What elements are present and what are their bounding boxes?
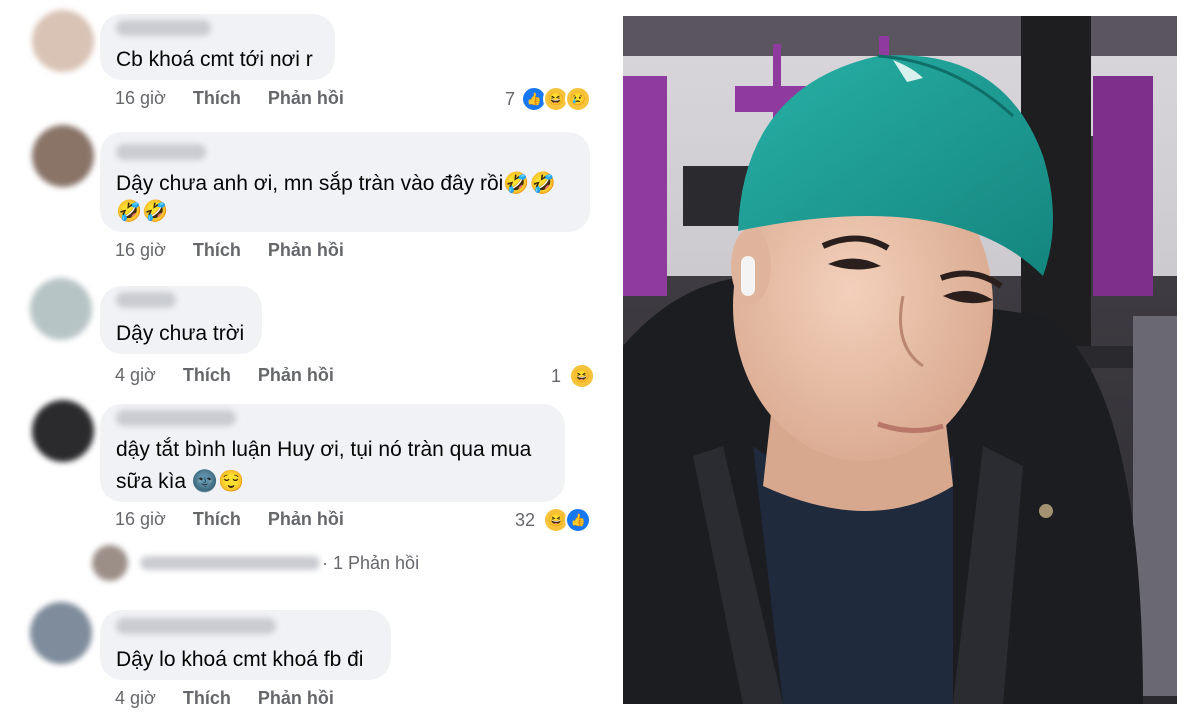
comment-time: 16 giờ — [115, 509, 166, 529]
avatar[interactable] — [30, 602, 92, 664]
reaction-summary[interactable]: 32 😆 👍 — [515, 507, 592, 533]
comment-text-line: 🤣🤣 — [116, 200, 169, 223]
reply-action[interactable]: Phản hồi — [268, 88, 344, 108]
haha-icon: 😆 — [569, 363, 596, 389]
comment-text: Dậy chưa trời — [116, 322, 245, 345]
comment-time: 4 giờ — [115, 688, 156, 708]
selfie-photo — [623, 16, 1177, 704]
reply-action[interactable]: Phản hồi — [258, 365, 334, 385]
comment-time: 16 giờ — [115, 88, 166, 108]
comment-bubble: Dậy lo khoá cmt khoá fb đi — [100, 610, 391, 680]
author-name-blurred — [116, 144, 206, 160]
avatar[interactable] — [32, 10, 94, 72]
avatar[interactable] — [32, 125, 94, 187]
comment-actions: 16 giờ Thích Phản hồi — [115, 88, 366, 109]
reaction-count: 7 — [505, 88, 516, 109]
comment-time: 4 giờ — [115, 365, 156, 385]
like-action[interactable]: Thích — [183, 365, 231, 385]
view-replies-link[interactable]: · 1 Phản hồi — [322, 553, 419, 574]
comment-bubble: dậy tắt bình luận Huy ơi, tụi nó tràn qu… — [100, 404, 565, 502]
comment-actions: 16 giờ Thích Phản hồi — [115, 240, 366, 261]
comment-bubble: Dậy chưa anh ơi, mn sắp tràn vào đây rồi… — [100, 132, 590, 232]
reaction-count: 1 — [551, 365, 562, 386]
like-action[interactable]: Thích — [193, 88, 241, 108]
comment-actions: 4 giờ Thích Phản hồi — [115, 365, 356, 386]
avatar[interactable] — [32, 400, 94, 462]
comment-text: Dậy lo khoá cmt khoá fb đi — [116, 648, 364, 671]
author-name-blurred — [116, 618, 276, 634]
reply-action[interactable]: Phản hồi — [258, 688, 334, 708]
like-action[interactable]: Thích — [193, 240, 241, 260]
comment-bubble: Dậy chưa trời — [100, 286, 262, 354]
author-name-blurred — [116, 20, 211, 36]
reaction-count: 32 — [515, 509, 536, 530]
comment-bubble: Cb khoá cmt tới nơi r — [100, 14, 335, 80]
like-icon: 👍 — [565, 507, 592, 533]
like-action[interactable]: Thích — [183, 688, 231, 708]
avatar[interactable] — [30, 278, 92, 340]
comment-text-line: Dậy chưa anh ơi, mn sắp tràn vào đây rồi… — [116, 172, 556, 195]
comment-actions: 4 giờ Thích Phản hồi — [115, 688, 356, 709]
reply-author-blurred — [140, 556, 320, 570]
author-name-blurred — [116, 292, 176, 308]
gym-selfie-illustration — [623, 16, 1177, 704]
reply-action[interactable]: Phản hồi — [268, 240, 344, 260]
author-name-blurred — [116, 410, 236, 426]
comment-text: Cb khoá cmt tới nơi r — [116, 48, 313, 71]
reaction-summary[interactable]: 7 👍 😆 😢 — [505, 86, 592, 112]
comment-actions: 16 giờ Thích Phản hồi — [115, 509, 366, 530]
reply-action[interactable]: Phản hồi — [268, 509, 344, 529]
comment-time: 16 giờ — [115, 240, 166, 260]
comment-text-line: sữa kìa 🌚😌 — [116, 470, 245, 493]
like-action[interactable]: Thích — [193, 509, 241, 529]
comment-thread: Cb khoá cmt tới nơi r 16 giờ Thích Phản … — [0, 0, 612, 720]
reaction-summary[interactable]: 1 😆 — [551, 363, 596, 389]
reply-avatar — [92, 545, 128, 581]
sad-icon: 😢 — [565, 86, 592, 112]
comment-text-line: dậy tắt bình luận Huy ơi, tụi nó tràn qu… — [116, 438, 532, 461]
